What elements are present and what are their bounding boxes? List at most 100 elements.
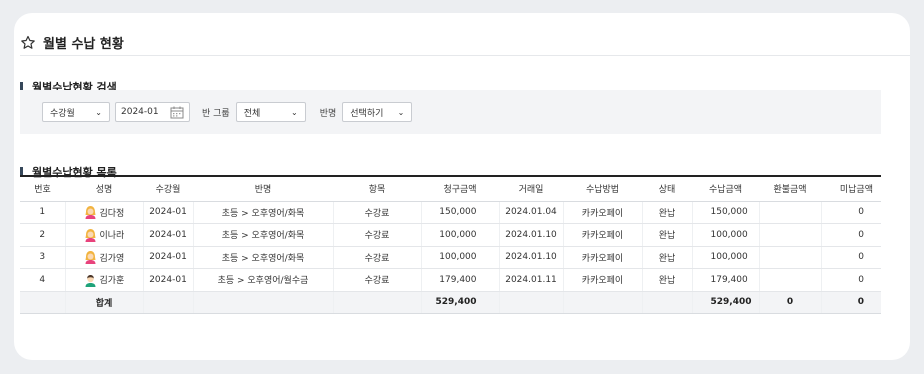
column-header: 번호 — [20, 175, 65, 202]
page-title-text: 월별 수납 현황 — [43, 37, 124, 52]
table-row[interactable]: 1 김다정 2024-01 초등 > 오후영어/화목 수강료 150,000 2024.01… — [20, 201, 881, 224]
row-number: 4 — [20, 268, 65, 292]
class-select-value: 선택하기 — [350, 108, 384, 119]
unpaid-amount-cell: 0 — [820, 201, 881, 224]
table-row[interactable]: 3 김가영 2024-01 초등 > 오후영어/화목 수강료 100,000 2024.01… — [20, 246, 881, 269]
summary-paid: 529,400 — [691, 291, 759, 314]
column-header: 수납금액 — [692, 175, 759, 202]
student-name: 김가영 — [99, 253, 125, 264]
class-cell: 초등 > 오후영어/월수금 — [192, 268, 333, 292]
date-value: 2024-01 — [121, 107, 159, 117]
status-cell: 완납 — [641, 246, 692, 269]
type-select-value: 수강월 — [50, 108, 75, 119]
column-header: 수강월 — [143, 175, 193, 202]
unpaid-amount-cell: 0 — [820, 223, 881, 247]
column-header: 반명 — [193, 175, 333, 202]
paid-amount-cell: 100,000 — [691, 223, 759, 247]
empty-cell — [641, 291, 692, 314]
status-cell: 완납 — [641, 223, 692, 247]
chevron-down-icon: ⌄ — [397, 107, 405, 117]
female-avatar-icon — [85, 228, 95, 242]
summary-billed: 529,400 — [420, 291, 499, 314]
item-cell: 수강료 — [332, 201, 421, 224]
paid-amount-cell: 179,400 — [691, 268, 759, 292]
name-cell: 김다정 — [64, 201, 143, 224]
paid-amount-cell: 150,000 — [691, 201, 759, 224]
empty-cell — [498, 291, 563, 314]
unpaid-amount-cell: 0 — [820, 268, 881, 292]
class-cell: 초등 > 오후영어/화목 — [192, 201, 333, 224]
row-number: 2 — [20, 223, 65, 247]
male-avatar-icon — [85, 274, 95, 287]
column-header: 항목 — [333, 175, 421, 202]
refund-amount-cell — [758, 223, 821, 247]
month-date-input[interactable]: 2024-01 — [115, 102, 190, 122]
billed-amount-cell: 100,000 — [420, 246, 499, 269]
summary-refund: 0 — [758, 291, 821, 314]
search-panel: 수강월 ⌄ 2024-01 반 그룹 전체 ⌄ 반명 선택하기 ⌄ — [20, 90, 881, 134]
chevron-down-icon: ⌄ — [291, 107, 298, 117]
group-label: 반 그룹 — [202, 108, 230, 119]
item-cell: 수강료 — [332, 223, 421, 247]
unpaid-amount-cell: 0 — [820, 246, 881, 269]
type-select[interactable]: 수강월 ⌄ — [42, 102, 110, 122]
student-name: 김가훈 — [99, 276, 125, 287]
name-cell: 김가훈 — [64, 268, 143, 292]
name-cell: 김가영 — [64, 246, 143, 269]
group-select[interactable]: 전체 ⌄ — [235, 102, 306, 122]
empty-cell — [192, 291, 333, 314]
month-cell: 2024-01 — [142, 201, 193, 224]
table-row[interactable]: 2 이나라 2024-01 초등 > 오후영어/화목 수강료 100,000 2024.01… — [20, 223, 881, 247]
table-row[interactable]: 4 김가훈 2024-01 초등 > 오후영어/월수금 수강료 179,400 2024.0… — [20, 268, 881, 292]
row-number: 3 — [20, 246, 65, 269]
payment-method-cell: 카카오페이 — [562, 268, 642, 292]
paid-amount-cell: 100,000 — [691, 246, 759, 269]
billed-amount-cell: 100,000 — [420, 223, 499, 247]
column-header: 상태 — [642, 175, 692, 202]
refund-amount-cell — [758, 246, 821, 269]
summary-label: 합계 — [64, 291, 143, 314]
class-cell: 초등 > 오후영어/화목 — [192, 246, 333, 269]
item-cell: 수강료 — [332, 246, 421, 269]
payment-method-cell: 카카오페이 — [562, 201, 642, 224]
billed-amount-cell: 179,400 — [420, 268, 499, 292]
summary-row: 합계 529,400 529,400 0 0 — [20, 291, 881, 314]
payment-method-cell: 카카오페이 — [562, 223, 642, 247]
month-cell: 2024-01 — [142, 268, 193, 292]
item-cell: 수강료 — [332, 268, 421, 292]
table-header-row: 번호 성명 수강월 반명 항목 청구금액 거래일 수납방법 상태 수납금액 환불… — [20, 175, 881, 202]
empty-cell — [142, 291, 193, 314]
row-number: 1 — [20, 201, 65, 224]
summary-unpaid: 0 — [820, 291, 881, 314]
refund-amount-cell — [758, 201, 821, 224]
empty-cell — [562, 291, 642, 314]
column-header: 성명 — [65, 175, 143, 202]
column-header: 수납방법 — [563, 175, 642, 202]
star-icon — [21, 35, 35, 49]
title-divider — [20, 55, 910, 56]
class-select[interactable]: 선택하기 ⌄ — [342, 102, 413, 122]
student-name: 김다정 — [99, 208, 125, 219]
refund-amount-cell — [758, 268, 821, 292]
column-header: 거래일 — [499, 175, 563, 202]
status-cell: 완납 — [641, 268, 692, 292]
column-header: 미납금액 — [821, 175, 881, 202]
billed-amount-cell: 150,000 — [420, 201, 499, 224]
transaction-date-cell: 2024.01.04 — [498, 201, 563, 224]
group-select-value: 전체 — [243, 108, 261, 119]
column-header: 청구금액 — [421, 175, 499, 202]
transaction-date-cell: 2024.01.11 — [498, 268, 563, 292]
female-avatar-icon — [85, 251, 95, 265]
chevron-down-icon: ⌄ — [95, 107, 102, 117]
student-name: 이나라 — [99, 231, 125, 242]
calendar-icon[interactable] — [170, 106, 184, 119]
name-cell: 이나라 — [64, 223, 143, 247]
page-title: 월별 수납 현황 — [20, 33, 124, 52]
transaction-date-cell: 2024.01.10 — [498, 223, 563, 247]
class-label: 반명 — [319, 108, 337, 119]
payment-table: 번호 성명 수강월 반명 항목 청구금액 거래일 수납방법 상태 수납금액 환불… — [20, 175, 881, 314]
empty-cell — [20, 291, 65, 314]
empty-cell — [332, 291, 421, 314]
month-cell: 2024-01 — [142, 246, 193, 269]
transaction-date-cell: 2024.01.10 — [498, 246, 563, 269]
